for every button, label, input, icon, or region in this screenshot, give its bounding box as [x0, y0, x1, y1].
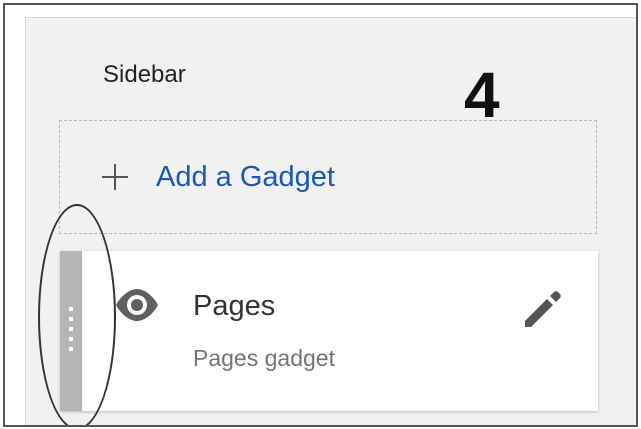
visibility-toggle-button[interactable]: [114, 289, 160, 321]
drag-handle-icon[interactable]: [69, 307, 73, 351]
gadget-subtitle: Pages gadget: [193, 345, 335, 371]
drag-dot: [69, 347, 73, 351]
sidebar-title: Sidebar: [103, 61, 186, 88]
step-number-label: 4: [464, 59, 500, 131]
gadget-title: Pages: [193, 290, 276, 322]
plus-icon[interactable]: [100, 162, 130, 192]
drag-dot: [69, 307, 73, 311]
pencil-icon[interactable]: [519, 287, 563, 331]
pages-gadget-card: Pages Pages gadget: [60, 251, 598, 411]
edit-gadget-button[interactable]: [519, 287, 563, 331]
gadget-drag-handle[interactable]: [60, 251, 82, 411]
drag-dot: [69, 317, 73, 321]
add-gadget-label[interactable]: Add a Gadget: [156, 161, 335, 194]
add-gadget-drop-zone[interactable]: Add a Gadget: [59, 120, 597, 234]
eye-icon[interactable]: [114, 289, 160, 321]
add-gadget-button[interactable]: Add a Gadget: [100, 157, 335, 197]
drag-dot: [69, 337, 73, 341]
screenshot-frame: Sidebar 4 Add a Gadget Pages Pages gadge…: [3, 3, 638, 427]
drag-dot: [69, 327, 73, 331]
